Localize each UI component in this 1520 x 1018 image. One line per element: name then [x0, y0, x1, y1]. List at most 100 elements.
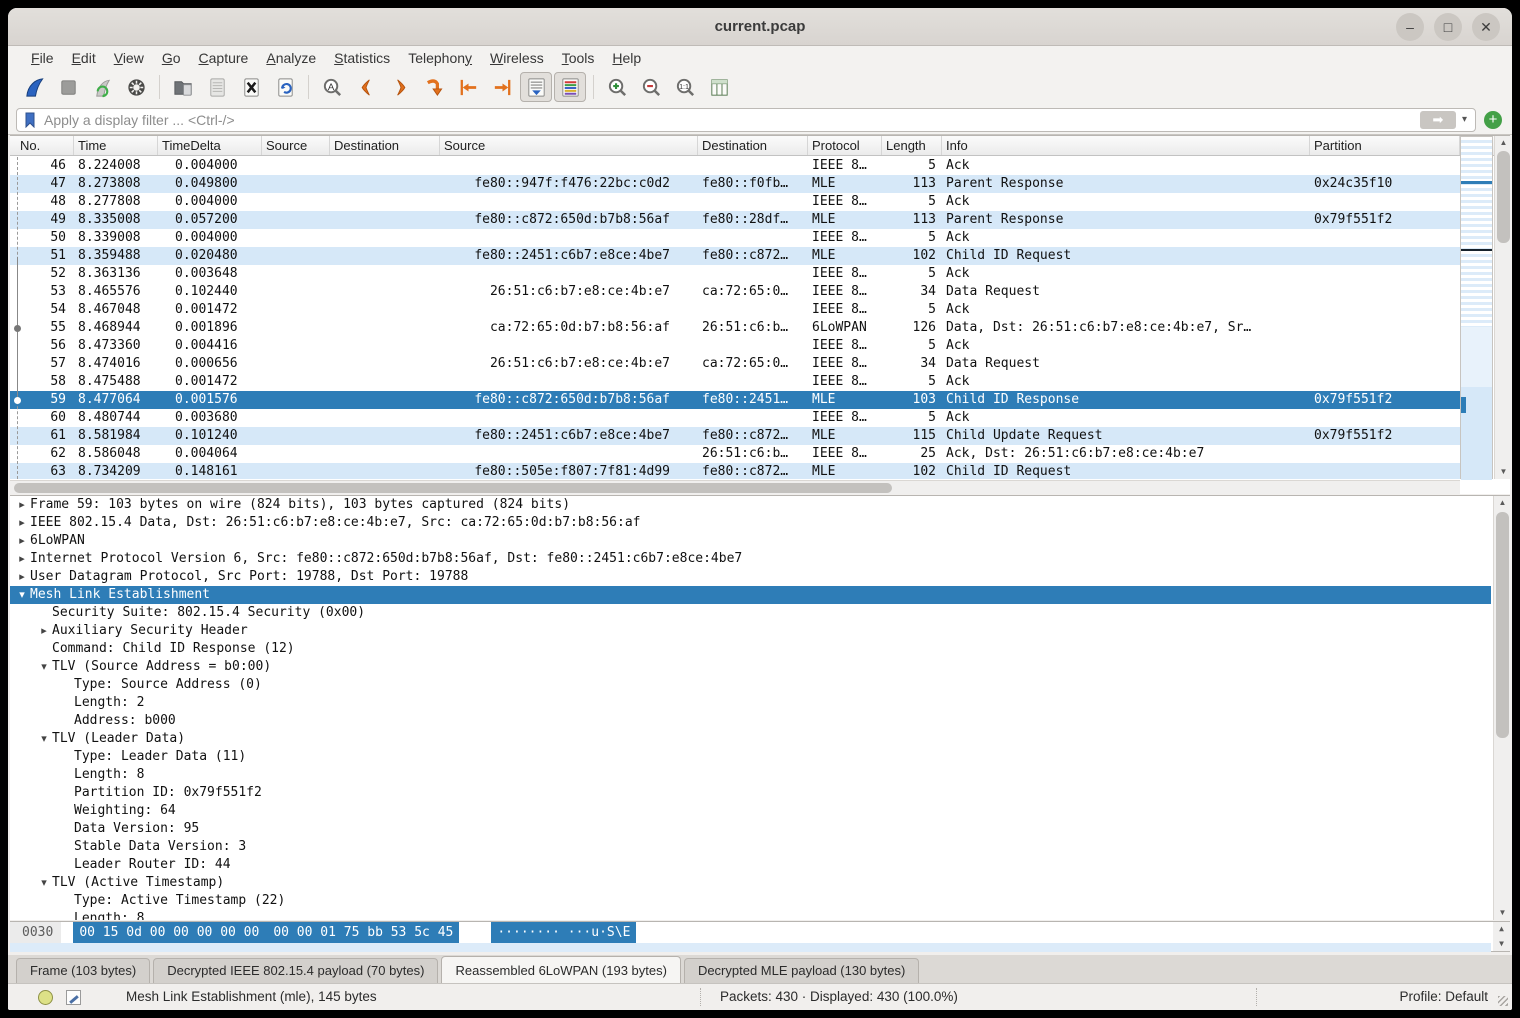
detail-line-16[interactable]: Partition ID: 0x79f551f2: [10, 784, 1491, 802]
auto-scroll-button[interactable]: [520, 72, 552, 102]
intelligent-scrollbar-minimap[interactable]: [1460, 136, 1493, 479]
capture-comment-icon[interactable]: [66, 990, 81, 1005]
tab-frame-103-bytes[interactable]: Frame (103 bytes): [16, 958, 150, 983]
display-filter-input[interactable]: Apply a display filter ... <Ctrl-/> ➡ ▾: [16, 108, 1476, 132]
detail-line-9[interactable]: ▾TLV (Source Address = b0:00): [10, 658, 1491, 676]
filter-history-caret[interactable]: ▾: [1462, 114, 1467, 125]
packet-row-62[interactable]: 628.5860480.00406426:51:c6:b…IEEE 8…25Ac…: [10, 445, 1460, 463]
tab-decrypted-ieee-802-15-4-payload-70-bytes[interactable]: Decrypted IEEE 802.15.4 payload (70 byte…: [153, 958, 438, 983]
packet-row-46[interactable]: 468.2240080.004000IEEE 8…5Ack: [10, 157, 1460, 175]
detail-line-6[interactable]: Security Suite: 802.15.4 Security (0x00): [10, 604, 1491, 622]
column-header-timedelta[interactable]: TimeDelta: [158, 136, 262, 155]
resize-columns-button[interactable]: [703, 72, 735, 102]
detail-line-19[interactable]: Stable Data Version: 3: [10, 838, 1491, 856]
packet-row-53[interactable]: 538.4655760.10244026:51:c6:b7:e8:ce:4b:e…: [10, 283, 1460, 301]
expert-info-icon[interactable]: [38, 990, 53, 1005]
column-header-no[interactable]: No.: [10, 136, 74, 155]
expand-icon[interactable]: ▸: [36, 622, 52, 640]
menu-go[interactable]: Go: [153, 48, 190, 68]
menu-tools[interactable]: Tools: [553, 48, 604, 68]
go-first-button[interactable]: [452, 72, 484, 102]
column-header-info[interactable]: Info: [942, 136, 1310, 155]
packet-row-56[interactable]: 568.4733600.004416IEEE 8…5Ack: [10, 337, 1460, 355]
stop-capture-button[interactable]: [52, 72, 84, 102]
packet-row-58[interactable]: 588.4754880.001472IEEE 8…5Ack: [10, 373, 1460, 391]
find-packet-button[interactable]: A: [316, 72, 348, 102]
detail-line-5[interactable]: ▾Mesh Link Establishment: [10, 586, 1491, 604]
packet-row-54[interactable]: 548.4670480.001472IEEE 8…5Ack: [10, 301, 1460, 319]
packet-row-61[interactable]: 618.5819840.101240fe80::2451:c6b7:e8ce:4…: [10, 427, 1460, 445]
tab-reassembled-6lowpan-193-bytes[interactable]: Reassembled 6LoWPAN (193 bytes): [441, 956, 680, 983]
expand-icon[interactable]: ▸: [14, 550, 30, 568]
expand-icon[interactable]: ▸: [14, 568, 30, 586]
packet-row-63[interactable]: 638.7342090.148161fe80::505e:f807:7f81:4…: [10, 463, 1460, 479]
packet-row-59[interactable]: 598.4770640.001576fe80::c872:650d:b7b8:5…: [10, 391, 1460, 409]
collapse-icon[interactable]: ▾: [36, 658, 52, 676]
detail-line-7[interactable]: ▸Auxiliary Security Header: [10, 622, 1491, 640]
packet-row-57[interactable]: 578.4740160.00065626:51:c6:b7:e8:ce:4b:e…: [10, 355, 1460, 373]
packet-list-hscroll-thumb[interactable]: [14, 483, 892, 493]
restart-capture-button[interactable]: [86, 72, 118, 102]
detail-line-4[interactable]: ▸User Datagram Protocol, Src Port: 19788…: [10, 568, 1491, 586]
column-header-protocol[interactable]: Protocol: [808, 136, 882, 155]
zoom-out-button[interactable]: [635, 72, 667, 102]
detail-line-10[interactable]: Type: Source Address (0): [10, 676, 1491, 694]
menu-capture[interactable]: Capture: [190, 48, 258, 68]
save-file-button[interactable]: [201, 72, 233, 102]
column-header-destination-2[interactable]: Destination: [698, 136, 808, 155]
detail-line-22[interactable]: Type: Active Timestamp (22): [10, 892, 1491, 910]
zoom-in-button[interactable]: [601, 72, 633, 102]
menu-edit[interactable]: Edit: [63, 48, 105, 68]
bytes-vscrollbar[interactable]: ▲ ▼: [1493, 922, 1510, 951]
packet-row-51[interactable]: 518.3594880.020480fe80::2451:c6b7:e8ce:4…: [10, 247, 1460, 265]
minimize-button[interactable]: –: [1396, 13, 1424, 41]
colorize-button[interactable]: [554, 72, 586, 102]
packet-row-47[interactable]: 478.2738080.049800fe80::947f:f476:22bc:c…: [10, 175, 1460, 193]
detail-line-17[interactable]: Weighting: 64: [10, 802, 1491, 820]
scroll-down-icon[interactable]: ▼: [1495, 465, 1512, 479]
column-header-destination[interactable]: Destination: [330, 136, 440, 155]
column-header-time[interactable]: Time: [74, 136, 158, 155]
packet-bytes-pane[interactable]: 0030 00 15 0d 00 00 00 00 0000 00 01 75 …: [10, 921, 1510, 952]
capture-options-button[interactable]: [120, 72, 152, 102]
detail-line-18[interactable]: Data Version: 95: [10, 820, 1491, 838]
maximize-button[interactable]: □: [1434, 13, 1462, 41]
collapse-icon[interactable]: ▾: [36, 730, 52, 748]
menu-wireless[interactable]: Wireless: [481, 48, 553, 68]
detail-line-21[interactable]: ▾TLV (Active Timestamp): [10, 874, 1491, 892]
expand-icon[interactable]: ▸: [14, 532, 30, 550]
start-capture-button[interactable]: [18, 72, 50, 102]
detail-line-15[interactable]: Length: 8: [10, 766, 1491, 784]
scroll-down-icon[interactable]: ▼: [1493, 937, 1510, 951]
menu-view[interactable]: View: [105, 48, 153, 68]
detail-line-14[interactable]: Type: Leader Data (11): [10, 748, 1491, 766]
detail-line-11[interactable]: Length: 2: [10, 694, 1491, 712]
go-last-button[interactable]: [486, 72, 518, 102]
packet-row-52[interactable]: 528.3631360.003648IEEE 8…5Ack: [10, 265, 1460, 283]
close-button[interactable]: ✕: [1472, 13, 1500, 41]
packet-row-55[interactable]: 558.4689440.001896ca:72:65:0d:b7:b8:56:a…: [10, 319, 1460, 337]
menu-analyze[interactable]: Analyze: [257, 48, 325, 68]
title-bar[interactable]: current.pcap – □ ✕: [8, 8, 1512, 46]
collapse-icon[interactable]: ▾: [14, 586, 30, 604]
expand-icon[interactable]: ▸: [14, 514, 30, 532]
scroll-down-icon[interactable]: ▼: [1494, 906, 1510, 920]
go-back-button[interactable]: [350, 72, 382, 102]
detail-line-8[interactable]: Command: Child ID Response (12): [10, 640, 1491, 658]
apply-filter-button[interactable]: ➡: [1420, 111, 1456, 129]
expand-icon[interactable]: ▸: [14, 496, 30, 514]
resize-grip[interactable]: [1498, 996, 1508, 1006]
reload-file-button[interactable]: [269, 72, 301, 102]
collapse-icon[interactable]: ▾: [36, 874, 52, 892]
scroll-up-icon[interactable]: ▲: [1493, 922, 1510, 936]
column-header-length[interactable]: Length: [882, 136, 942, 155]
column-header-source-2[interactable]: Source: [440, 136, 698, 155]
detail-line-1[interactable]: ▸IEEE 802.15.4 Data, Dst: 26:51:c6:b7:e8…: [10, 514, 1491, 532]
menu-help[interactable]: Help: [603, 48, 650, 68]
menu-telephony[interactable]: Telephony: [399, 48, 481, 68]
detail-line-0[interactable]: ▸Frame 59: 103 bytes on wire (824 bits),…: [10, 496, 1491, 514]
packet-list-scroll-thumb[interactable]: [1497, 151, 1510, 243]
go-forward-button[interactable]: [384, 72, 416, 102]
details-scroll-thumb[interactable]: [1496, 512, 1509, 738]
packet-row-48[interactable]: 488.2778080.004000IEEE 8…5Ack: [10, 193, 1460, 211]
